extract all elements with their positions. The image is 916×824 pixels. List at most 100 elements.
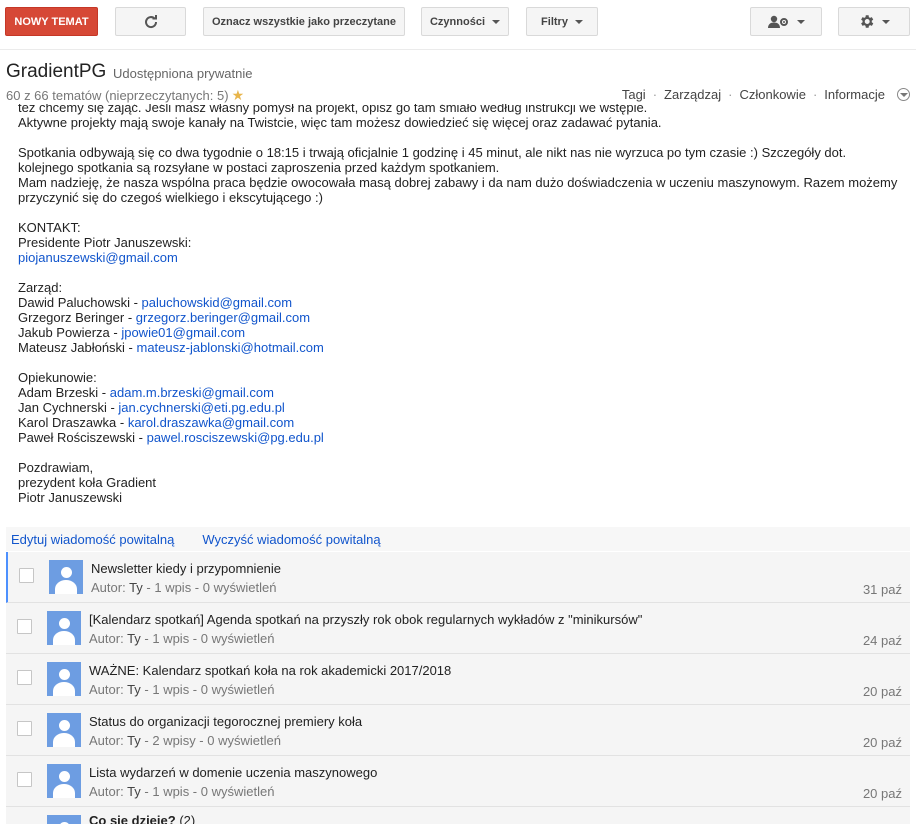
author-name[interactable]: Ty [127,682,141,697]
sharing-status: Udostępniona prywatnie [113,66,253,81]
contact-email-link[interactable]: jpowie01@gmail.com [121,325,245,340]
author-name[interactable]: Ty [129,580,143,595]
welcome-line: Aktywne projekty mają swoje kanały na Tw… [18,115,662,130]
star-icon[interactable]: ★ [232,87,245,103]
avatar [47,764,81,798]
contact-row: Mateusz Jabłoński - mateusz-jablonski@ho… [18,340,897,355]
nav-link-info[interactable]: Informacje [824,87,885,102]
topic-title[interactable]: Status do organizacji tegorocznej premie… [89,714,362,729]
contact-row: Grzegorz Beringer - grzegorz.beringer@gm… [18,310,897,325]
topic-checkbox[interactable] [19,568,34,583]
welcome-line: też chcemy się zająć. Jeśli masz własny … [18,104,648,115]
toolbar: NOWY TEMAT Oznacz wszystkie jako przeczy… [0,0,916,50]
filters-dropdown[interactable]: Filtry [526,7,598,36]
group-nav: Tagi · Zarządzaj · Członkowie · Informac… [622,87,910,102]
contact-name: Jakub Powierza - [18,325,122,340]
topic-stats: - 2 wpisy - 0 wyświetleń [140,733,281,748]
topic-row[interactable]: Co się dzieje? (2) [6,807,910,824]
topic-count-label: 60 z 66 tematów (nieprzeczytanych: 5) [6,88,229,103]
topic-meta: Autor: Ty - 1 wpis - 0 wyświetleń [91,580,276,595]
edit-welcome-link[interactable]: Edytuj wiadomość powitalną [11,532,174,547]
group-title[interactable]: GradientPG [6,61,106,83]
topic-title[interactable]: Lista wydarzeń w domenie uczenia maszyno… [89,765,377,780]
closing-line: Pozdrawiam, [18,460,94,475]
expand-chevron-icon[interactable] [897,88,910,101]
topic-count: 60 z 66 tematów (nieprzeczytanych: 5) ★ [6,87,244,104]
topic-checkbox[interactable] [17,619,32,634]
nav-link-manage[interactable]: Zarządzaj [664,87,721,102]
topic-checkbox[interactable] [17,772,32,787]
mentors-heading: Opiekunowie: [18,370,97,385]
topic-row[interactable]: Newsletter kiedy i przypomnienie Autor: … [6,552,910,603]
avatar [49,560,83,594]
topic-meta: Autor: Ty - 1 wpis - 0 wyświetleń [89,682,274,697]
contact-row: Adam Brzeski - adam.m.brzeski@gmail.com [18,385,897,400]
contact-email-link[interactable]: mateusz-jablonski@hotmail.com [137,340,324,355]
contact-email-link[interactable]: pawel.rosciszewski@pg.edu.pl [147,430,324,445]
topic-stats: - 1 wpis - 0 wyświetleń [142,580,277,595]
contact-row: Dawid Paluchowski - paluchowskid@gmail.c… [18,295,897,310]
avatar [47,713,81,747]
contact-email-link[interactable]: paluchowskid@gmail.com [142,295,292,310]
chevron-down-icon [574,19,583,24]
contact-email-link[interactable]: adam.m.brzeski@gmail.com [110,385,274,400]
topic-row[interactable]: Status do organizacji tegorocznej premie… [6,705,910,756]
topic-date: 20 paź [862,786,902,801]
nav-link-members[interactable]: Członkowie [739,87,805,102]
author-name[interactable]: Ty [127,733,141,748]
topic-row[interactable]: Lista wydarzeń w domenie uczenia maszyno… [6,756,910,807]
contact-email-link[interactable]: karol.draszawka@gmail.com [128,415,294,430]
filters-label: Filtry [541,15,568,28]
settings-dropdown[interactable] [838,7,910,36]
welcome-line: kolejnego spotkania są rozsyłane w posta… [18,160,500,175]
topic-post-count: (2) [179,813,196,824]
topic-title[interactable]: Co się dzieje? (2) [89,813,195,824]
avatar [47,662,81,696]
welcome-line: przyczynić się do czegoś wielkiego i eks… [18,190,323,205]
topic-date: 20 paź [862,684,902,699]
author-name[interactable]: Ty [127,631,141,646]
contact-name: Jan Cychnerski - [18,400,119,415]
topic-meta: Autor: Ty - 1 wpis - 0 wyświetleń [89,784,274,799]
chevron-down-icon [492,19,500,24]
board-heading: Zarząd: [18,280,63,295]
topic-row[interactable]: WAŻNE: Kalendarz spotkań koła na rok aka… [6,654,910,705]
actions-label: Czynności [429,15,485,28]
contact-name: Adam Brzeski - [18,385,110,400]
avatar [47,611,81,645]
topic-checkbox[interactable] [17,670,32,685]
actions-dropdown[interactable]: Czynności [421,7,509,36]
chevron-down-icon [796,19,805,24]
contact-email-link[interactable]: jan.cychnerski@eti.pg.edu.pl [118,400,284,415]
contact-email-link[interactable]: grzegorz.beringer@gmail.com [136,310,310,325]
topic-stats: - 1 wpis - 0 wyświetleń [140,631,275,646]
contact-row: Jakub Powierza - jpowie01@gmail.com [18,325,897,340]
topic-title[interactable]: [Kalendarz spotkań] Agenda spotkań na pr… [89,612,642,627]
contact-row: Karol Draszawka - karol.draszawka@gmail.… [18,415,897,430]
mark-all-read-button[interactable]: Oznacz wszystkie jako przeczytane [203,7,405,36]
author-name[interactable]: Ty [127,784,141,799]
topic-title[interactable]: Newsletter kiedy i przypomnienie [91,561,281,576]
president-email-link[interactable]: piojanuszewski@gmail.com [18,250,178,265]
topic-title-text: Co się dzieje? [89,813,176,824]
topic-date: 20 paź [862,735,902,750]
contact-name: Grzegorz Beringer - [18,310,136,325]
refresh-button[interactable] [115,7,186,36]
contact-row: Jan Cychnerski - jan.cychnerski@eti.pg.e… [18,400,897,415]
welcome-message: też chcemy się zająć. Jeśli masz własny … [18,104,908,514]
separator: · [812,87,818,102]
contact-heading: KONTAKT: [18,220,81,235]
members-dropdown[interactable] [750,7,822,36]
topic-row[interactable]: [Kalendarz spotkań] Agenda spotkań na pr… [6,603,910,654]
topic-checkbox[interactable] [17,721,32,736]
closing-line: prezydent koła Gradient [18,475,157,490]
author-label: Autor: [89,784,128,799]
clear-welcome-link[interactable]: Wyczyść wiadomość powitalną [202,532,380,547]
gear-icon [858,13,875,30]
topic-stats: - 1 wpis - 0 wyświetleń [140,784,275,799]
nav-link-tags[interactable]: Tagi [622,87,646,102]
author-label: Autor: [89,631,128,646]
topic-title[interactable]: WAŻNE: Kalendarz spotkań koła na rok aka… [89,663,451,678]
new-topic-button[interactable]: NOWY TEMAT [5,7,98,36]
author-label: Autor: [89,682,128,697]
